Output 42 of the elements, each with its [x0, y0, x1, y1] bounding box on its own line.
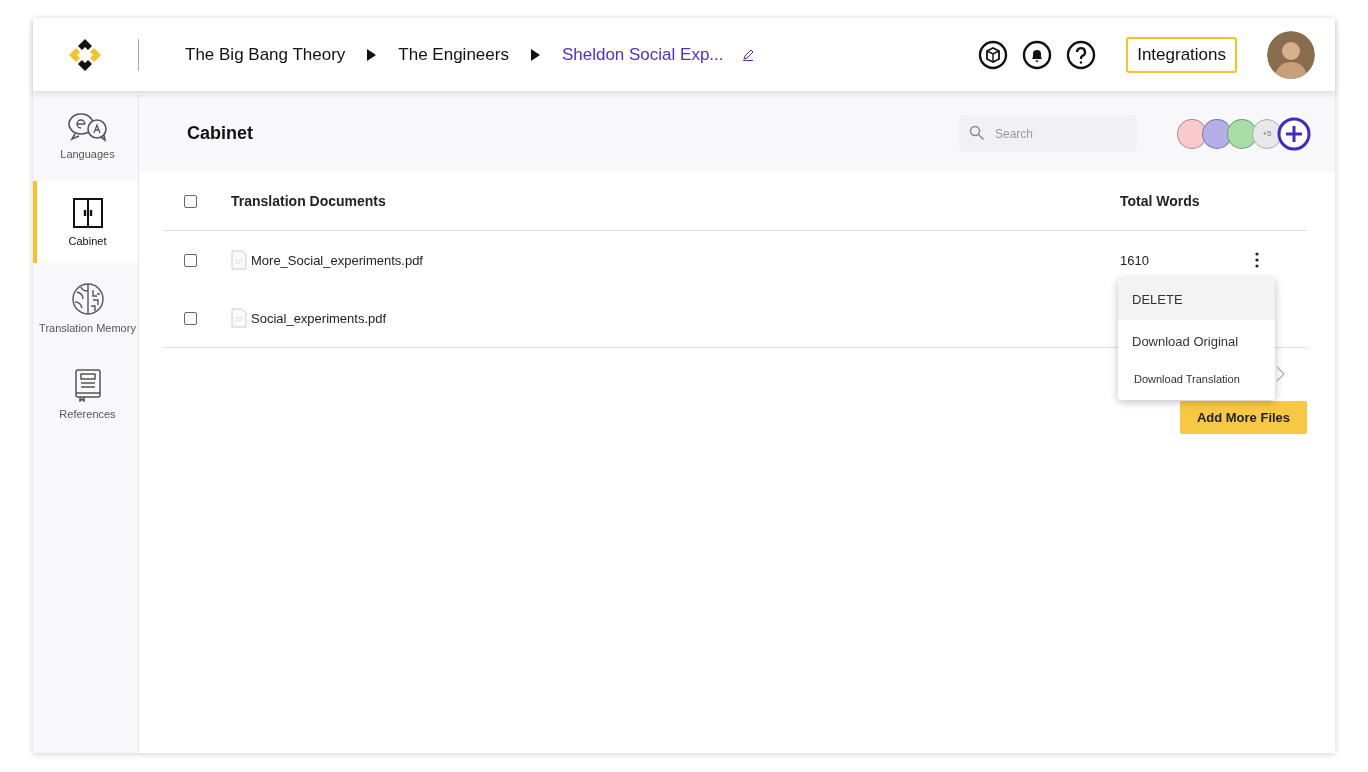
file-name: More_Social_experiments.pdf	[251, 252, 423, 268]
help-icon[interactable]	[1066, 39, 1097, 70]
more-icon[interactable]	[1255, 252, 1259, 268]
menu-item[interactable]: Download Original	[1118, 320, 1275, 362]
breadcrumb-link[interactable]: Sheldon Social Exp...	[561, 44, 724, 65]
caret-icon	[367, 48, 377, 61]
box-icon[interactable]	[978, 39, 1009, 70]
checkbox[interactable]	[184, 194, 197, 208]
integrations-button[interactable]: Integrations	[1126, 36, 1237, 73]
brain-icon	[70, 282, 105, 316]
collaborator-avatar[interactable]	[1177, 118, 1207, 149]
sidebar-item[interactable]: Translation Memory	[33, 267, 138, 349]
column-header: Translation Documents	[231, 193, 387, 209]
document-icon	[231, 250, 247, 270]
breadcrumb-link[interactable]: The Engineers	[398, 44, 509, 65]
sidebar-item[interactable]: References	[33, 353, 138, 435]
checkbox[interactable]	[184, 253, 197, 267]
more-collaborators-badge[interactable]: +5	[1252, 118, 1282, 149]
sidebar-item[interactable]: Cabinet	[33, 181, 138, 263]
file-name: Social_experiments.pdf	[251, 310, 387, 326]
avatar[interactable]	[1267, 30, 1315, 79]
collaborator-avatar[interactable]	[1227, 118, 1257, 149]
collaborator-avatar[interactable]	[1202, 118, 1232, 149]
book-icon	[73, 368, 102, 402]
add-icon[interactable]	[1277, 116, 1311, 151]
add-files-button[interactable]: Add More Files	[1180, 401, 1307, 434]
word-count: 1610	[1120, 252, 1149, 268]
menu-item[interactable]: DELETE	[1118, 278, 1275, 320]
sidebar-item[interactable]: Languages	[33, 95, 138, 177]
logo-icon	[67, 36, 103, 73]
checkbox[interactable]	[184, 311, 197, 325]
cabinet-icon	[71, 197, 104, 229]
bell-icon[interactable]	[1022, 39, 1053, 70]
caret-icon	[530, 48, 540, 61]
document-icon	[231, 308, 247, 328]
breadcrumb-link[interactable]: The Big Bang Theory	[185, 44, 346, 65]
speech-bubbles-icon	[66, 112, 109, 142]
column-header: Total Words	[1120, 193, 1201, 209]
search-field[interactable]: Search	[959, 115, 1137, 152]
menu-item[interactable]: Download Translation	[1118, 362, 1275, 396]
section-title: Cabinet	[187, 123, 253, 144]
pencil-icon[interactable]	[741, 48, 754, 61]
